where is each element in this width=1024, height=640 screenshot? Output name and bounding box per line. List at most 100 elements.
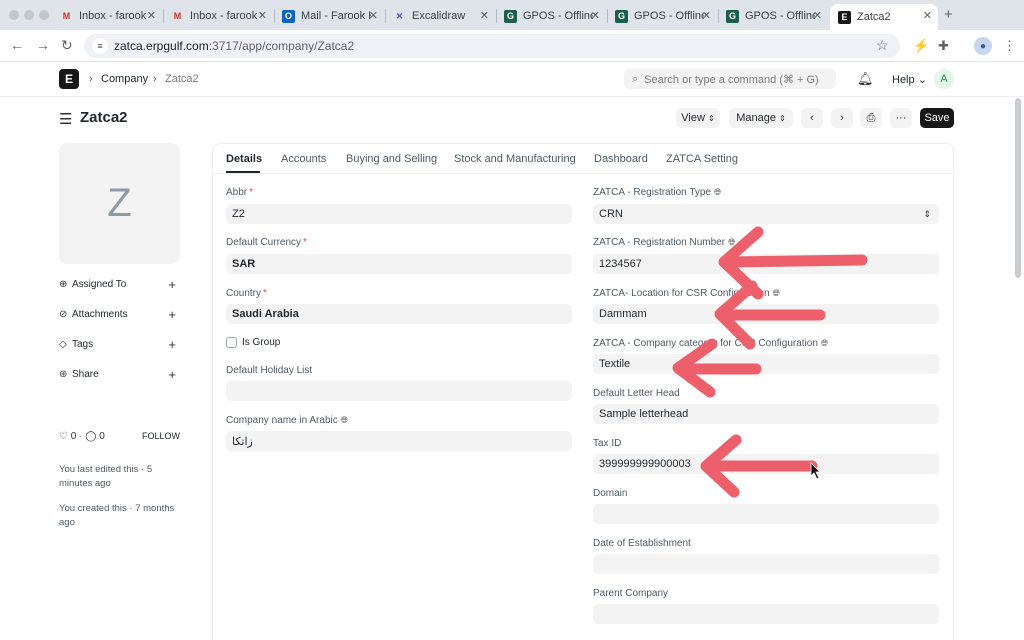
location-input[interactable]: Dammam bbox=[593, 304, 939, 324]
letter-head-input[interactable]: Sample letterhead bbox=[593, 404, 939, 424]
tab-buying-selling[interactable]: Buying and Selling bbox=[346, 153, 437, 165]
breadcrumb-separator-icon: › bbox=[89, 73, 93, 85]
heart-icon[interactable]: ♡ bbox=[59, 431, 68, 442]
parent-company-input[interactable] bbox=[593, 604, 939, 624]
close-icon[interactable]: ✕ bbox=[258, 9, 267, 22]
browser-tab[interactable]: ✕ Excalidraw ✕ bbox=[385, 4, 495, 28]
add-icon[interactable]: + bbox=[168, 367, 176, 382]
arabic-name-input[interactable]: زاتكا bbox=[226, 431, 572, 451]
url-path: :3717/app/company/Zatca2 bbox=[208, 39, 355, 53]
browser-profile-icon[interactable]: ● bbox=[974, 37, 992, 55]
new-tab-icon[interactable]: + bbox=[944, 6, 953, 23]
add-icon[interactable]: + bbox=[168, 337, 176, 352]
tab-accounts[interactable]: Accounts bbox=[281, 153, 326, 165]
holiday-list-input[interactable] bbox=[226, 381, 572, 401]
last-edited-note: You last edited this · 5 minutes ago bbox=[59, 464, 153, 489]
reload-icon[interactable]: ↻ bbox=[61, 37, 73, 54]
save-button[interactable]: Save bbox=[920, 108, 954, 128]
puzzle-extensions-icon[interactable]: ✚ bbox=[938, 38, 949, 54]
company-category-label: ZATCA - Company category for CSR Configu… bbox=[593, 338, 828, 349]
chevron-down-icon: ⌄ bbox=[917, 74, 927, 86]
view-button-label: View bbox=[681, 112, 705, 124]
notification-bell-icon[interactable]: 🔔︎ bbox=[857, 71, 874, 87]
comment-icon[interactable]: ◯ bbox=[85, 431, 96, 442]
gpos-icon: G bbox=[726, 9, 739, 23]
country-input[interactable]: Saudi Arabia bbox=[226, 304, 572, 324]
add-icon[interactable]: + bbox=[168, 277, 176, 292]
app-navbar: E › Company › Zatca2 ⌕ Search or type a … bbox=[0, 63, 1024, 97]
manage-button-label: Manage bbox=[736, 112, 776, 124]
browser-tab[interactable]: M Inbox - farook ✕ bbox=[52, 4, 162, 28]
app-logo[interactable]: E bbox=[59, 69, 79, 89]
tab-stock-manufacturing[interactable]: Stock and Manufacturing bbox=[454, 153, 576, 165]
close-icon[interactable]: ✕ bbox=[591, 9, 600, 22]
registration-number-label: ZATCA - Registration Number 🌐︎ bbox=[593, 237, 735, 248]
browser-tab-label: Inbox - farook bbox=[79, 10, 147, 22]
currency-label-text: Default Currency bbox=[226, 237, 302, 248]
bookmark-star-icon[interactable]: ☆ bbox=[876, 37, 889, 54]
awesomebar-search[interactable]: ⌕ Search or type a command (⌘ + G) bbox=[624, 69, 836, 89]
is-group-label: Is Group bbox=[242, 337, 281, 348]
extension-icon[interactable]: ⚡ bbox=[913, 38, 929, 54]
browser-tab[interactable]: G GPOS - Offline ✕ bbox=[718, 4, 828, 28]
sidebar-share[interactable]: ⊛ Share + bbox=[59, 366, 180, 382]
add-icon[interactable]: + bbox=[168, 307, 176, 322]
tab-zatca-setting[interactable]: ZATCA Setting bbox=[666, 153, 738, 165]
country-label: Country * bbox=[226, 288, 267, 299]
browser-tab[interactable]: M Inbox - farook ✕ bbox=[163, 4, 273, 28]
company-image-placeholder[interactable]: Z bbox=[59, 143, 180, 264]
close-icon[interactable]: ✕ bbox=[147, 9, 156, 22]
close-icon[interactable]: ✕ bbox=[813, 9, 822, 22]
window-close-dot[interactable] bbox=[9, 10, 19, 20]
domain-input[interactable] bbox=[593, 504, 939, 524]
registration-number-input[interactable]: 1234567 bbox=[593, 254, 939, 274]
window-minimize-dot[interactable] bbox=[24, 10, 34, 20]
window-zoom-dot[interactable] bbox=[39, 10, 49, 20]
back-arrow-icon[interactable]: ← bbox=[10, 37, 24, 53]
forward-arrow-icon[interactable]: → bbox=[36, 37, 50, 53]
globe-icon: 🌐︎ bbox=[728, 237, 736, 247]
browser-tab[interactable]: O Mail - Farook K ✕ bbox=[274, 4, 384, 28]
print-button[interactable]: ⎙ bbox=[860, 108, 882, 128]
letter-head-label: Default Letter Head bbox=[593, 388, 680, 399]
browser-tab[interactable]: G GPOS - Offline ✕ bbox=[496, 4, 606, 28]
more-options-button[interactable]: ··· bbox=[890, 108, 912, 128]
breadcrumb-current[interactable]: Zatca2 bbox=[165, 73, 199, 85]
sidebar-item-label: Share bbox=[72, 368, 99, 380]
user-avatar[interactable]: A bbox=[934, 69, 954, 89]
browser-tab-label: GPOS - Offline bbox=[523, 10, 593, 22]
help-dropdown[interactable]: Help ⌄ bbox=[892, 73, 927, 86]
sidebar-attachments[interactable]: ⊘ Attachments + bbox=[59, 306, 180, 322]
breadcrumb-company[interactable]: Company bbox=[101, 73, 148, 85]
sidebar-toggle-icon[interactable]: ☰ bbox=[59, 110, 72, 128]
abbr-input[interactable]: Z2 bbox=[226, 204, 572, 224]
tab-details[interactable]: Details bbox=[226, 153, 262, 165]
browser-tab-active[interactable]: E Zatca2 ✕ bbox=[830, 4, 938, 30]
tab-dashboard[interactable]: Dashboard bbox=[594, 153, 648, 165]
sidebar-assigned-to[interactable]: ⊕ Assigned To + bbox=[59, 276, 180, 292]
close-icon[interactable]: ✕ bbox=[923, 9, 932, 22]
view-button[interactable]: View ⇕ bbox=[676, 108, 720, 128]
establishment-date-input[interactable] bbox=[593, 554, 939, 574]
close-icon[interactable]: ✕ bbox=[369, 9, 378, 22]
follow-button[interactable]: FOLLOW bbox=[142, 431, 180, 441]
tax-id-input[interactable]: 399999999900003 bbox=[593, 454, 939, 474]
manage-button[interactable]: Manage ⇕ bbox=[729, 108, 793, 128]
likes-comments-bar: ♡ 0 · ◯ 0 FOLLOW bbox=[59, 430, 180, 442]
is-group-checkbox[interactable] bbox=[226, 337, 237, 348]
help-label: Help bbox=[892, 74, 915, 86]
address-bar[interactable]: ≡ zatca.erpgulf.com:3717/app/company/Zat… bbox=[84, 34, 900, 58]
page-scrollbar[interactable] bbox=[1015, 98, 1021, 278]
default-currency-input[interactable]: SAR bbox=[226, 254, 572, 274]
registration-type-select[interactable]: CRN ⇕ bbox=[593, 204, 939, 224]
browser-menu-icon[interactable]: ⋮ bbox=[1003, 38, 1016, 54]
browser-tab[interactable]: G GPOS - Offline ✕ bbox=[607, 4, 717, 28]
site-settings-icon[interactable]: ≡ bbox=[92, 38, 108, 54]
previous-record-button[interactable]: ‹ bbox=[801, 108, 823, 128]
close-icon[interactable]: ✕ bbox=[480, 9, 489, 22]
next-record-button[interactable]: › bbox=[831, 108, 853, 128]
company-category-input[interactable]: Textile bbox=[593, 354, 939, 374]
chevron-left-icon: ‹ bbox=[810, 112, 814, 124]
close-icon[interactable]: ✕ bbox=[702, 9, 711, 22]
sidebar-tags[interactable]: ◇ Tags + bbox=[59, 336, 180, 352]
